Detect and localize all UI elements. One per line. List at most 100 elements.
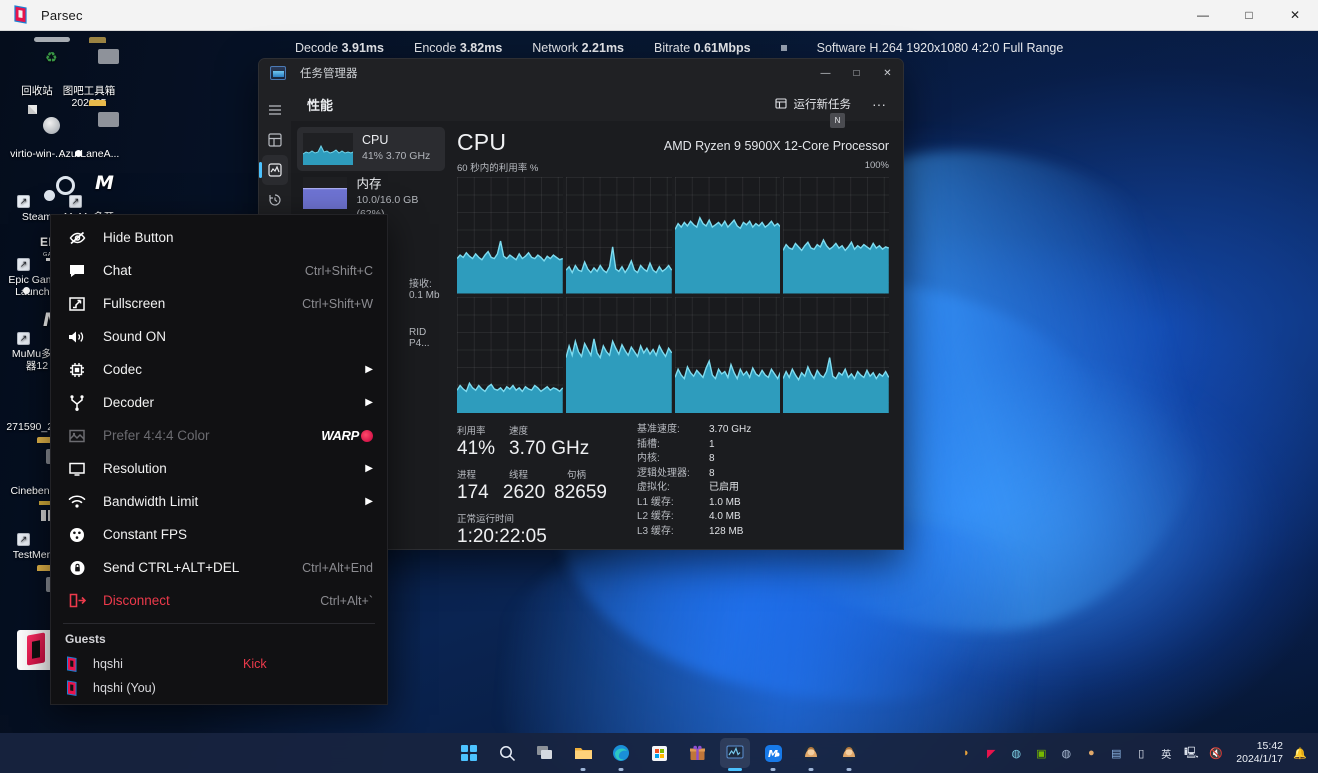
menu-item-resolution[interactable]: Resolution ▶ xyxy=(51,452,387,485)
task-view-button[interactable] xyxy=(530,738,560,768)
gift-icon xyxy=(689,745,705,760)
decoder-icon xyxy=(65,393,89,413)
cpu-stat-value: 1.0 MB xyxy=(709,496,741,508)
parsec-logo-icon xyxy=(12,5,30,25)
menu-item-prefer-444-color[interactable]: Prefer 4:4:4 Color WARP xyxy=(51,419,387,452)
menu-item-chat[interactable]: Chat Ctrl+Shift+C xyxy=(51,254,387,287)
stat-value-threads: 2620 xyxy=(502,482,546,503)
stat-bitrate: Bitrate 0.61Mbps xyxy=(654,41,751,55)
taskbar: M ◗ ◤ ◍ ▣ ◍ ● ▤ ▯ 英 🖳 🔇 15:42 2024/1/17 … xyxy=(0,733,1318,773)
cpu-core-graph xyxy=(565,177,672,294)
menu-item-sound[interactable]: Sound ON xyxy=(51,320,387,353)
task-manager-window-controls: — □ ✕ xyxy=(810,59,903,87)
task-manager-button[interactable] xyxy=(720,738,750,771)
menu-item-bandwidth-limit[interactable]: Bandwidth Limit ▶ xyxy=(51,485,387,518)
cpu-stat-value: 8 xyxy=(709,453,715,464)
cpu-core-graph xyxy=(674,296,781,413)
cpu-stat-row: L3 缓存: 128 MB xyxy=(637,525,751,540)
cpu-sparkline xyxy=(303,133,353,165)
menu-item-fullscreen[interactable]: Fullscreen Ctrl+Shift+W xyxy=(51,287,387,320)
game-a-button[interactable] xyxy=(796,738,826,771)
list-item-cpu[interactable]: CPU 41% 3.70 GHz xyxy=(297,127,445,171)
parsec-tray-icon[interactable]: ◤ xyxy=(983,745,999,761)
edge-icon xyxy=(613,745,629,761)
menu-item-label: Sound ON xyxy=(103,329,167,344)
taskbar-clock[interactable]: 15:42 2024/1/17 xyxy=(1236,740,1283,766)
guest-row[interactable]: hqshi Kick xyxy=(51,652,387,676)
guest-row[interactable]: hqshi (You) xyxy=(51,676,387,700)
hamburger-menu-icon[interactable] xyxy=(259,95,291,125)
menu-item-send-ctrl-alt-del[interactable]: Send CTRL+ALT+DEL Ctrl+Alt+End xyxy=(51,551,387,584)
exit-icon xyxy=(65,591,89,611)
minimize-button[interactable]: — xyxy=(1180,0,1226,31)
tm-minimize-button[interactable]: — xyxy=(810,59,841,87)
maximize-button[interactable]: □ xyxy=(1226,0,1272,31)
start-button[interactable] xyxy=(454,738,484,768)
stat-bitrate-value: 0.61Mbps xyxy=(693,41,751,55)
bell-icon[interactable]: 🔔 xyxy=(1292,745,1308,761)
steam-icon: ↗ xyxy=(17,168,57,208)
clock-time: 15:42 xyxy=(1256,740,1283,752)
search-button[interactable] xyxy=(492,738,522,768)
chip-icon xyxy=(65,360,89,380)
menu-item-constant-fps[interactable]: Constant FPS xyxy=(51,518,387,551)
gift-button[interactable] xyxy=(682,738,712,768)
steam-tray-icon[interactable]: ◍ xyxy=(1008,745,1024,761)
wifi-icon xyxy=(65,492,89,512)
tm-close-button[interactable]: ✕ xyxy=(872,59,903,87)
parsec-guest-icon xyxy=(65,655,79,673)
desktop-icon-label: Steam xyxy=(21,211,53,223)
crescent-icon[interactable]: ◗ xyxy=(958,745,974,761)
stat-label-handles: 句柄 xyxy=(567,470,587,481)
desktop-icon-azurlane[interactable]: AzurLaneA... xyxy=(58,105,120,160)
desktop-icon-label: virtio-win-... xyxy=(10,148,64,160)
cpu-stat-row: L2 缓存: 4.0 MB xyxy=(637,510,751,525)
menu-item-shortcut: Ctrl+Shift+W xyxy=(302,296,373,311)
menu-item-codec[interactable]: Codec ▶ xyxy=(51,353,387,386)
menu-item-disconnect[interactable]: Disconnect Ctrl+Alt+` xyxy=(51,584,387,617)
sidebar-item-processes[interactable] xyxy=(259,125,291,155)
kick-button[interactable]: Kick xyxy=(243,657,267,671)
menu-item-hide-button[interactable]: Hide Button xyxy=(51,221,387,254)
cpu-stat-label: 虚拟化: xyxy=(637,482,670,493)
desktop-icon-label: 图吧工具箱 xyxy=(62,85,116,97)
sidebar-item-performance[interactable] xyxy=(259,155,288,185)
monitor-icon xyxy=(65,459,89,479)
game-b-button[interactable] xyxy=(834,738,864,771)
avatar-tray-icon[interactable]: ● xyxy=(1083,745,1099,761)
gauge-icon xyxy=(65,525,89,545)
file-explorer-button[interactable] xyxy=(568,738,598,771)
store-button[interactable] xyxy=(644,738,674,768)
usb-tray-icon[interactable]: ▯ xyxy=(1133,745,1149,761)
globe-tray-icon[interactable]: ◍ xyxy=(1058,745,1074,761)
tm-maximize-button[interactable]: □ xyxy=(841,59,872,87)
close-button[interactable]: ✕ xyxy=(1272,0,1318,31)
menu-item-label: Chat xyxy=(103,263,132,278)
ime-tray-icon[interactable]: 英 xyxy=(1158,745,1174,761)
run-new-task-button[interactable]: 运行新任务 xyxy=(767,92,860,116)
mumu-button[interactable]: M xyxy=(758,738,788,771)
memory-sparkline xyxy=(303,177,348,209)
menu-item-decoder[interactable]: Decoder ▶ xyxy=(51,386,387,419)
stat-label-uptime: 正常运行时间 xyxy=(457,514,515,525)
battery-tray-icon[interactable]: ▤ xyxy=(1108,745,1124,761)
volume-tray-icon[interactable]: 🔇 xyxy=(1208,745,1224,761)
chevron-right-icon: ▶ xyxy=(365,463,373,474)
cpu-primary-stats: 利用率 速度 41% 3.70 GHz 进程 线程 句柄 174 2620 82… xyxy=(457,423,607,549)
search-icon xyxy=(499,745,515,761)
more-options-button[interactable]: ··· xyxy=(865,94,893,114)
run-new-task-label: 运行新任务 xyxy=(793,99,852,111)
stat-label-processes: 进程 xyxy=(457,470,477,481)
nvidia-tray-icon[interactable]: ▣ xyxy=(1033,745,1049,761)
stat-decode-value: 3.91ms xyxy=(341,41,384,55)
parsec-titlebar: Parsec — □ ✕ xyxy=(0,0,1318,31)
notification-badge: N xyxy=(830,113,845,128)
hidden-fragment-gpu: RID P4... xyxy=(409,327,430,349)
warp-label: WARP xyxy=(321,428,359,443)
cpu-core-graph xyxy=(457,296,563,413)
edge-button[interactable] xyxy=(606,738,636,771)
sidebar-item-app-history[interactable] xyxy=(259,185,291,215)
desktop-icon-toolbox[interactable]: 图吧工具箱 202305 xyxy=(58,42,120,109)
parsec-context-menu[interactable]: Hide Button Chat Ctrl+Shift+C Fullscreen… xyxy=(50,214,388,705)
network-tray-icon[interactable]: 🖳 xyxy=(1183,745,1199,761)
